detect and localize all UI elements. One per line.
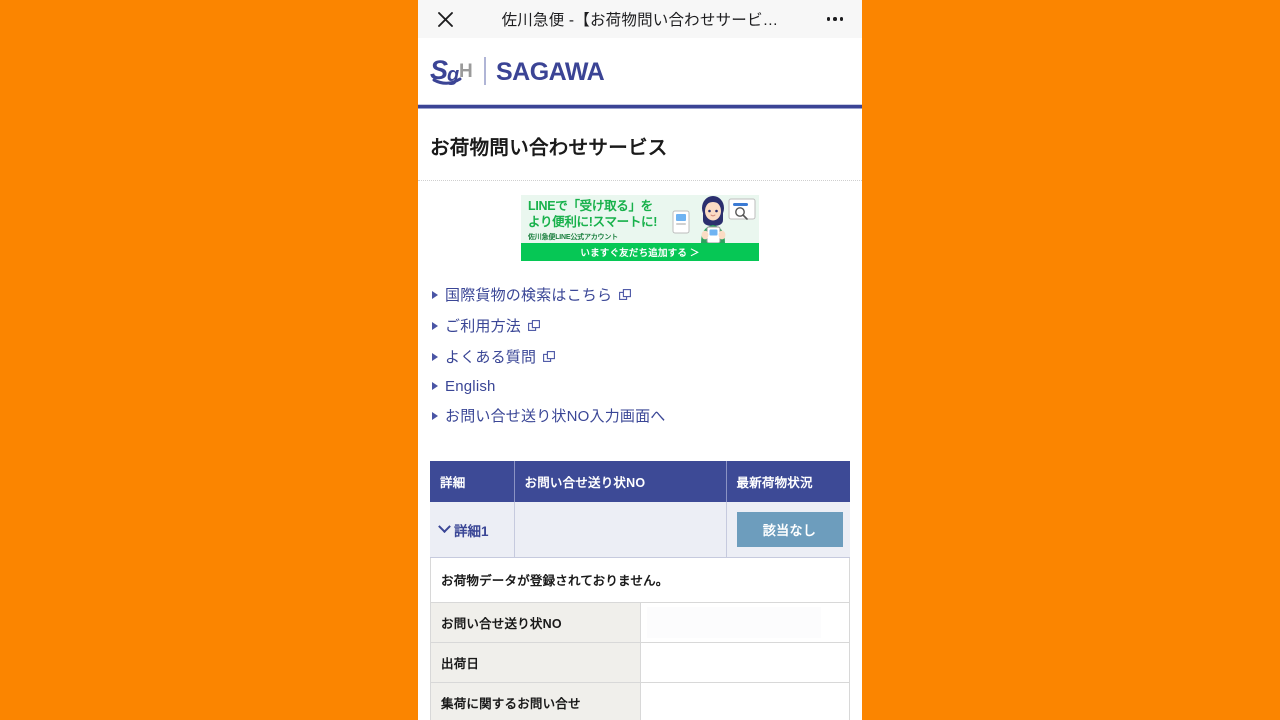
browser-title: 佐川急便 -【お荷物問い合わせサービ… bbox=[501, 12, 779, 29]
detail-label: 集荷に関するお問い合せ bbox=[430, 682, 641, 720]
link-label: ご利用方法 bbox=[445, 318, 522, 335]
link-faq[interactable]: よくある質問 bbox=[430, 341, 850, 372]
cell-detail-toggle[interactable]: 詳細1 bbox=[430, 502, 515, 558]
overflow-menu-icon[interactable] bbox=[822, 6, 848, 32]
external-link-icon bbox=[619, 288, 632, 300]
quick-links-list: 国際貨物の検索はこちら ご利用方法 よくある質問 English お問い合せ送り… bbox=[418, 271, 862, 447]
tracking-table-section: 詳細 お問い合せ送り状NO 最新荷物状況 詳細1 該当なし お荷物データが登録さ… bbox=[418, 447, 862, 720]
table-header-row: 詳細 お問い合せ送り状NO 最新荷物状況 bbox=[430, 461, 850, 502]
status-badge[interactable]: 該当なし bbox=[736, 512, 843, 547]
link-label: 国際貨物の検索はこちら bbox=[445, 287, 613, 304]
browser-viewport: 佐川急便 -【お荷物問い合わせサービ… S g H SAGAWA お荷物問い合わ… bbox=[418, 0, 862, 720]
svg-text:SAGAWA: SAGAWA bbox=[496, 58, 605, 86]
link-english[interactable]: English bbox=[430, 372, 850, 400]
page-title-section: お荷物問い合わせサービス bbox=[418, 109, 862, 181]
line-banner-text: LINEで「受け取る」を より便利に!スマートに! 佐川急便LINE公式アカウン… bbox=[521, 195, 759, 243]
link-how-to-use[interactable]: ご利用方法 bbox=[430, 310, 850, 341]
external-link-icon bbox=[528, 319, 540, 331]
link-waybill-input[interactable]: お問い合せ送り状NO入力画面へ bbox=[430, 400, 850, 431]
line-promo-banner[interactable]: LINEで「受け取る」を より便利に!スマートに! 佐川急便LINE公式アカウン… bbox=[521, 195, 759, 261]
cell-status: 該当なし bbox=[726, 502, 850, 558]
line-banner-cta[interactable]: いますぐ友だち追加する ＞ bbox=[521, 243, 759, 261]
link-label: よくある質問 bbox=[445, 349, 537, 366]
link-label: お問い合せ送り状NO入力画面へ bbox=[445, 408, 666, 425]
bullet-triangle-icon bbox=[432, 411, 438, 420]
site-header: S g H SAGAWA bbox=[418, 38, 862, 104]
detail-row-waybill: お問い合せ送り状NO bbox=[430, 602, 850, 643]
detail-expand-toggle[interactable]: 詳細1 bbox=[438, 520, 504, 540]
external-link-icon bbox=[543, 350, 556, 362]
detail-value bbox=[639, 642, 850, 683]
detail-value bbox=[639, 602, 850, 643]
detail-toggle-label: 詳細1 bbox=[454, 523, 489, 539]
sagawa-logo[interactable]: S g H SAGAWA bbox=[430, 51, 616, 91]
close-icon[interactable] bbox=[432, 6, 458, 32]
detail-row-pickup-contact: 集荷に関するお問い合せ bbox=[430, 682, 850, 720]
table-row: 詳細1 該当なし bbox=[430, 502, 850, 558]
detail-table: お荷物データが登録されておりません。 お問い合せ送り状NO 出荷日 集荷に関する… bbox=[430, 558, 850, 720]
th-detail: 詳細 bbox=[430, 461, 515, 502]
th-waybill-no: お問い合せ送り状NO bbox=[514, 461, 727, 502]
value-placeholder-box bbox=[646, 606, 821, 638]
browser-topbar: 佐川急便 -【お荷物問い合わせサービ… bbox=[418, 0, 862, 38]
link-international-search[interactable]: 国際貨物の検索はこちら bbox=[430, 279, 850, 310]
bullet-triangle-icon bbox=[432, 321, 438, 330]
bullet-triangle-icon bbox=[432, 290, 438, 299]
line-banner-illustration bbox=[667, 195, 759, 243]
detail-label: お問い合せ送り状NO bbox=[430, 602, 641, 643]
link-label: English bbox=[445, 377, 496, 395]
line-banner-section: LINEで「受け取る」を より便利に!スマートに! 佐川急便LINE公式アカウン… bbox=[418, 181, 862, 271]
page-scroll-area[interactable]: S g H SAGAWA お荷物問い合わせサービス LINEで「受け取る」を よ… bbox=[418, 38, 862, 720]
bullet-triangle-icon bbox=[432, 382, 438, 390]
detail-label: 出荷日 bbox=[430, 642, 641, 683]
detail-row-shipdate: 出荷日 bbox=[430, 642, 850, 683]
chevron-down-icon bbox=[438, 520, 451, 534]
tracking-table: 詳細 お問い合せ送り状NO 最新荷物状況 詳細1 該当なし bbox=[430, 461, 850, 558]
cell-waybill-no bbox=[514, 502, 727, 558]
bullet-triangle-icon bbox=[432, 352, 438, 361]
th-latest-status: 最新荷物状況 bbox=[726, 461, 850, 502]
no-data-notice: お荷物データが登録されておりません。 bbox=[430, 558, 850, 603]
detail-value bbox=[639, 682, 850, 720]
detail-notice-row: お荷物データが登録されておりません。 bbox=[430, 558, 850, 603]
page-title: お荷物問い合わせサービス bbox=[430, 137, 668, 159]
